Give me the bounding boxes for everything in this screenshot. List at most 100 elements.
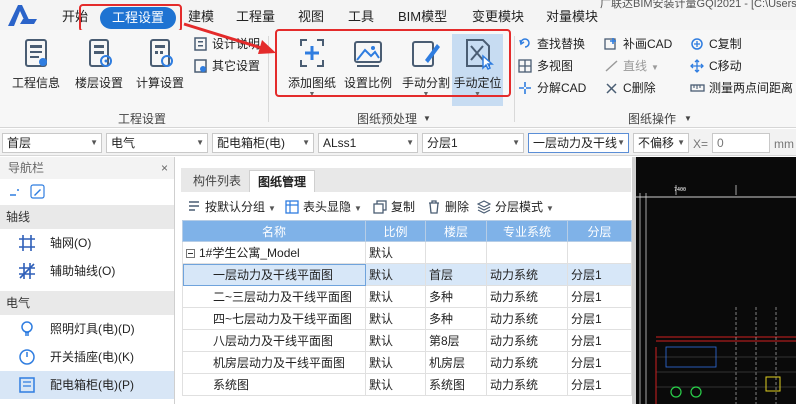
table-header-row: 名称 比例 楼层 专业系统 分层 <box>182 220 632 242</box>
menu-view[interactable]: 视图 <box>298 8 324 26</box>
nav-item-grid[interactable]: 轴网(O) <box>0 229 174 257</box>
x-input[interactable]: 0 <box>712 133 770 153</box>
chevron-down-icon: ▼ <box>677 138 685 147</box>
column-header-layer[interactable]: 分层 <box>567 220 632 242</box>
table-icon <box>285 200 299 214</box>
column-header-system[interactable]: 专业系统 <box>486 220 568 242</box>
nav-item-distribution-box[interactable]: 配电箱柜(电)(P) <box>0 371 174 399</box>
group-label-drawing-ops: 图纸操作 <box>628 112 677 126</box>
window-title: 广联达BIM安装计量GQI2021 - [C:\Users <box>600 0 796 10</box>
nav-item-aux-axis[interactable]: 辅助轴线(O) <box>0 257 174 285</box>
highlight-box-menu <box>79 4 182 32</box>
table-row[interactable]: 八层动力及干线平面图 默认 第8层 动力系统 分层1 <box>182 329 632 352</box>
patch-cad-button[interactable]: 补画CAD <box>604 34 672 54</box>
explode-cad-button[interactable]: 分解CAD <box>518 78 586 98</box>
layer-select[interactable]: 分层1 ▼ <box>422 133 524 153</box>
edit-icon[interactable] <box>30 184 45 199</box>
column-header-floor[interactable]: 楼层 <box>425 220 487 242</box>
copy-button[interactable]: 复制 <box>373 198 415 216</box>
find-replace-button[interactable]: 查找替换 <box>518 34 585 54</box>
nav-category-axis[interactable]: 轴线 <box>0 205 174 229</box>
cad-copy-button[interactable]: C复制 <box>690 34 742 54</box>
copy-icon <box>373 200 387 214</box>
cad-delete-button[interactable]: C删除 <box>604 78 656 98</box>
group-scale-cell: 默认 <box>365 241 426 264</box>
cad-delete-icon <box>606 83 617 94</box>
offset-select[interactable]: 不偏移 ▼ <box>633 133 689 153</box>
highlight-box-ribbon <box>275 29 511 97</box>
group-label-project-settings: 工程设置 <box>118 112 167 126</box>
table-row[interactable]: 机房层动力及干线平面图 默认 机房层 动力系统 分层1 <box>182 351 632 374</box>
drawing-select[interactable]: 一层动力及干线 ▼ <box>528 133 629 153</box>
panel-tabs: 构件列表 图纸管理 <box>181 168 631 192</box>
group-label-drawing-ops-expand-icon[interactable]: ▼ <box>684 114 692 123</box>
floor-settings-icon <box>89 39 112 67</box>
line-icon <box>605 60 618 72</box>
nav-tools <box>0 179 174 205</box>
cad-move-icon <box>690 59 704 73</box>
cad-dimension-label: 7400 <box>674 187 687 193</box>
group-icon <box>189 201 199 211</box>
nav-item-lighting[interactable]: 照明灯具(电)(D) <box>0 315 174 343</box>
chevron-down-icon: ▼ <box>302 138 310 147</box>
cad-move-button[interactable]: C移动 <box>690 56 742 76</box>
other-settings-icon <box>194 59 207 73</box>
cad-copy-icon <box>691 38 703 50</box>
nav-item-switch-socket[interactable]: 开关插座(电)(K) <box>0 343 174 371</box>
item-select[interactable]: ALss1 ▼ <box>318 133 418 153</box>
group-label-drawing-preprocess-expand-icon[interactable]: ▼ <box>423 114 431 123</box>
menu-tools[interactable]: 工具 <box>348 8 374 26</box>
delete-button[interactable]: 删除 <box>427 198 469 216</box>
collapse-icon[interactable] <box>8 185 22 199</box>
cad-drawing <box>636 185 796 404</box>
switch-socket-icon <box>19 349 35 365</box>
collapse-tree-icon[interactable] <box>186 249 195 258</box>
other-settings-button[interactable]: 其它设置 <box>193 56 260 76</box>
chevron-down-icon: ▼ <box>512 138 520 147</box>
menu-reconcile-module[interactable]: 对量模块 <box>546 8 598 26</box>
annotation-arrow-icon <box>183 22 276 54</box>
calc-settings-icon <box>150 39 173 67</box>
nav-category-electrical[interactable]: 电气 <box>0 291 174 315</box>
patch-cad-icon <box>604 38 616 50</box>
drawing-table: 名称 比例 楼层 专业系统 分层 1#学生公寓_Model 默认 一层动力及干线… <box>182 220 632 396</box>
distribution-box-icon <box>19 377 35 393</box>
x-label: X= <box>693 137 709 151</box>
floor-settings-button[interactable]: 楼层设置 <box>69 36 129 104</box>
drawing-management-panel: 构件列表 图纸管理 按默认分组 ▼ 表头显隐 ▼ 复制 删除 分层模式 ▼ 名称 比例 <box>181 168 632 404</box>
close-icon[interactable]: × <box>161 157 168 179</box>
floor-select[interactable]: 首层 ▼ <box>2 133 102 153</box>
explode-cad-icon <box>519 82 531 94</box>
table-row[interactable]: 一层动力及干线平面图 默认 首层 动力系统 分层1 <box>182 263 632 286</box>
multi-view-button[interactable]: 多视图 <box>518 56 573 76</box>
navigation-panel: 导航栏 × 轴线 轴网(O) 辅助轴线(O) 电气 照明灯具(电)(D) 开关插… <box>0 157 175 404</box>
measure-distance-button[interactable]: 测量两点间距离 <box>690 78 793 98</box>
column-visibility-button[interactable]: 表头显隐 ▼ <box>285 198 362 216</box>
menu-bim-model[interactable]: BIM模型 <box>398 8 447 26</box>
table-row[interactable]: 系统图 默认 系统图 动力系统 分层1 <box>182 373 632 396</box>
line-button[interactable]: 直线 ▼ <box>604 56 659 76</box>
table-row[interactable]: 二~三层动力及干线平面图 默认 多种 动力系统 分层1 <box>182 285 632 308</box>
cad-canvas[interactable]: 7400 <box>636 157 796 404</box>
chevron-down-icon: ▼ <box>406 138 414 147</box>
chevron-down-icon: ▼ <box>90 138 98 147</box>
tab-drawing-management[interactable]: 图纸管理 <box>249 170 316 192</box>
category-select[interactable]: 配电箱柜(电) ▼ <box>212 133 314 153</box>
column-header-name[interactable]: 名称 <box>182 220 366 242</box>
column-header-scale[interactable]: 比例 <box>365 220 426 242</box>
layer-mode-button[interactable]: 分层模式 ▼ <box>477 198 554 216</box>
table-row[interactable]: 四~七层动力及干线平面图 默认 多种 动力系统 分层1 <box>182 307 632 330</box>
group-separator <box>514 36 515 122</box>
measure-distance-icon <box>690 84 705 92</box>
group-by-button[interactable]: 按默认分组 ▼ <box>187 198 276 216</box>
menu-change-module[interactable]: 变更模块 <box>472 8 524 26</box>
filter-bar: 首层 ▼ 电气 ▼ 配电箱柜(电) ▼ ALss1 ▼ 分层1 ▼ 一层动力及干线 ▼ 不偏… <box>0 129 796 156</box>
project-info-button[interactable]: 工程信息 <box>6 36 66 104</box>
discipline-select[interactable]: 电气 ▼ <box>106 133 208 153</box>
drawing-toolbar: 按默认分组 ▼ 表头显隐 ▼ 复制 删除 分层模式 ▼ <box>181 194 631 218</box>
table-group-row[interactable]: 1#学生公寓_Model 默认 <box>182 241 632 264</box>
light-bulb-icon <box>21 321 33 336</box>
find-replace-icon <box>519 38 530 48</box>
tab-component-list[interactable]: 构件列表 <box>185 170 249 192</box>
layers-icon <box>477 200 491 214</box>
